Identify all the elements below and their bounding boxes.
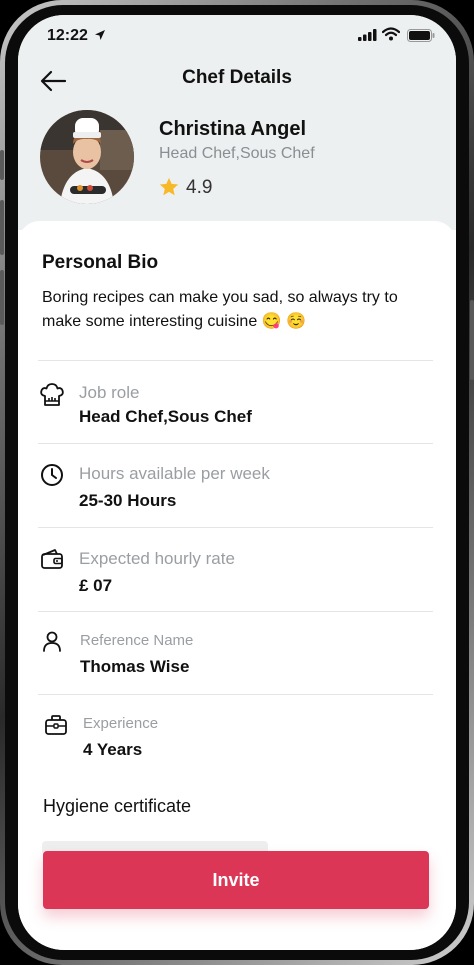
phone-side-button <box>0 150 4 180</box>
hours-value: 25-30 Hours <box>79 491 177 510</box>
divider <box>38 527 433 528</box>
divider <box>38 443 433 444</box>
page-title: Chef Details <box>182 67 292 88</box>
battery-icon <box>407 29 435 42</box>
hygiene-label: Hygiene certificate <box>43 796 192 816</box>
chef-name: Christina Angel <box>159 118 307 140</box>
wallet-icon <box>41 549 63 569</box>
phone-frame: 12:22 Chef Details Christina Angel Head … <box>0 0 474 965</box>
rating-value: 4.9 <box>186 177 213 198</box>
bio-heading: Personal Bio <box>42 252 159 273</box>
reference-label: Reference Name <box>80 632 194 649</box>
status-bar: 12:22 <box>18 15 456 59</box>
chef-hat-icon <box>40 383 64 406</box>
job-role-value: Head Chef,Sous Chef <box>79 407 252 426</box>
divider <box>38 360 433 361</box>
briefcase-icon <box>45 715 67 735</box>
phone-side-button <box>0 200 4 255</box>
invite-button[interactable]: Invite <box>43 851 429 909</box>
divider <box>38 611 433 612</box>
chef-role: Head Chef,Sous Chef <box>159 145 315 162</box>
job-role-label: Job role <box>79 383 140 402</box>
person-icon <box>43 631 61 652</box>
status-time: 12:22 <box>47 27 88 44</box>
signal-icon <box>358 29 377 41</box>
rate-label: Expected hourly rate <box>79 549 235 568</box>
location-arrow-icon <box>95 30 105 40</box>
reference-value: Thomas Wise <box>80 657 190 676</box>
app-screen: 12:22 Chef Details Christina Angel Head … <box>18 15 456 950</box>
phone-side-button <box>470 300 474 380</box>
experience-value: 4 Years <box>83 740 143 759</box>
clock-icon <box>41 464 63 486</box>
experience-label: Experience <box>83 715 159 732</box>
avatar <box>40 110 134 204</box>
hours-label: Hours available per week <box>79 464 270 483</box>
rate-value: £ 07 <box>79 576 113 595</box>
bio-text: Boring recipes can make you sad, so alwa… <box>42 289 398 330</box>
divider <box>38 694 433 695</box>
wifi-icon <box>382 27 400 41</box>
phone-side-button <box>0 270 4 325</box>
star-icon <box>159 177 179 196</box>
